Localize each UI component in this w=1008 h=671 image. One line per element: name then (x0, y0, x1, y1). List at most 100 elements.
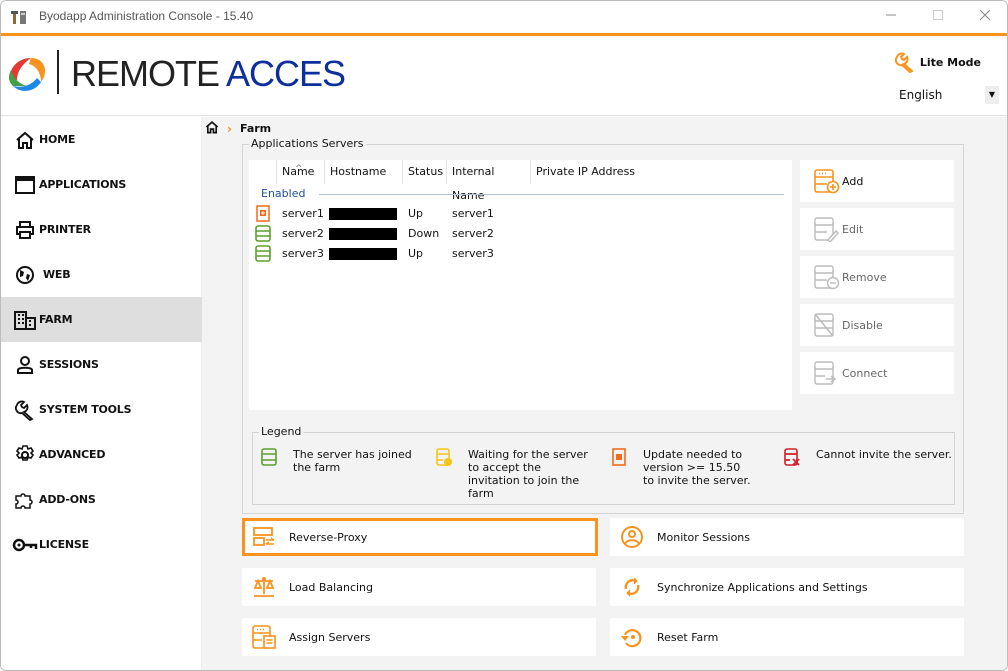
legend-item-cannot-invite: Cannot invite the server. (784, 448, 954, 466)
server-connect-icon (814, 361, 837, 385)
server-edit-icon (814, 217, 839, 242)
connect-server-button[interactable]: Connect (800, 352, 954, 394)
table-row[interactable]: server1 Up server1 (249, 204, 792, 224)
sort-ascending-icon: ^ (295, 164, 303, 174)
app-window: Byodapp Administration Console - 15.40 R… (0, 0, 1008, 671)
reset-farm-label: Reset Farm (657, 630, 719, 644)
monitor-sessions-label: Monitor Sessions (657, 530, 751, 544)
window-icon (7, 173, 43, 197)
logo-text-remote: REMOTE (71, 53, 220, 94)
sidebar-item-add-ons[interactable]: ADD-ONS (1, 477, 202, 522)
assign-servers-icon (252, 625, 276, 649)
reset-farm-button[interactable]: Reset Farm (610, 618, 964, 656)
load-balancing-button[interactable]: Load Balancing (242, 568, 596, 606)
legend-text: Waiting for the server to accept the inv… (468, 448, 588, 500)
sidebar-item-label: LICENSE (39, 538, 89, 551)
logo-text: REMOTE ACCES (71, 53, 346, 94)
legend-item-waiting: Waiting for the server to accept the inv… (436, 448, 606, 500)
edit-server-button[interactable]: Edit (800, 208, 954, 250)
wrench-icon (894, 52, 914, 73)
remove-server-button[interactable]: Remove (800, 256, 954, 298)
sidebar-item-sessions[interactable]: SESSIONS (1, 342, 202, 387)
table-header: ^ Name Hostname Status Internal Name Pri… (249, 160, 792, 202)
column-header-name[interactable]: ^ Name (276, 160, 324, 184)
reverse-proxy-label: Reverse-Proxy (289, 530, 368, 544)
legend-item-update-needed: Update needed to version >= 15.50 to inv… (611, 448, 781, 487)
legend-title: Legend (259, 425, 304, 438)
sidebar-item-license[interactable]: LICENSE (1, 522, 202, 567)
assign-servers-button[interactable]: Assign Servers (242, 618, 596, 656)
minimize-button[interactable] (876, 7, 906, 27)
gear-icon (7, 443, 43, 467)
window-title: Byodapp Administration Console - 15.40 (39, 9, 254, 23)
server-joined-icon (255, 225, 271, 242)
reverse-proxy-icon (253, 527, 275, 546)
sidebar-item-system-tools[interactable]: SYSTEM TOOLS (1, 387, 202, 432)
column-label: Internal Name (452, 165, 495, 202)
legend-text: Cannot invite the server. (816, 448, 952, 461)
breadcrumb-current: Farm (239, 122, 272, 135)
maximize-icon (933, 10, 943, 20)
add-server-button[interactable]: Add (800, 160, 954, 202)
server-internal-name: server3 (452, 247, 494, 260)
legend-text: Update needed to version >= 15.50 to inv… (643, 448, 751, 487)
sidebar-item-label: WEB (43, 268, 71, 281)
reset-icon (621, 629, 642, 648)
sidebar-item-applications[interactable]: APPLICATIONS (1, 162, 202, 207)
lite-mode-button[interactable]: Lite Mode (894, 51, 981, 73)
close-button[interactable] (970, 7, 1000, 27)
hostname-redacted (329, 248, 397, 260)
chevron-down-icon: ▼ (985, 86, 999, 104)
home-icon (7, 128, 43, 152)
sidebar-item-home[interactable]: HOME (1, 117, 202, 162)
update-needed-icon (612, 448, 626, 466)
column-header-hostname[interactable]: Hostname (324, 160, 402, 184)
server-name: server3 (282, 247, 324, 260)
server-name: server1 (282, 207, 324, 220)
table-row[interactable]: server3 Up server3 (249, 244, 792, 264)
column-label: Private IP Address (536, 165, 636, 178)
key-icon (7, 533, 43, 557)
main-content: › Farm Applications Servers ^ Name Hostn… (202, 117, 1007, 670)
title-bar: Byodapp Administration Console - 15.40 (1, 1, 1007, 33)
monitor-sessions-button[interactable]: Monitor Sessions (610, 518, 964, 556)
sidebar-item-label: ADD-ONS (39, 493, 96, 506)
disable-server-button[interactable]: Disable (800, 304, 954, 346)
synchronize-button[interactable]: Synchronize Applications and Settings (610, 568, 964, 606)
reverse-proxy-button[interactable]: Reverse-Proxy (242, 518, 598, 556)
sync-icon (624, 577, 640, 597)
server-add-icon (814, 169, 840, 194)
sidebar-item-printer[interactable]: PRINTER (1, 207, 202, 252)
column-header-internal-name[interactable]: Internal Name (446, 160, 530, 202)
column-header-private-ip[interactable]: Private IP Address (530, 160, 792, 184)
globe-icon (7, 263, 43, 287)
load-balancing-label: Load Balancing (289, 580, 373, 594)
breadcrumb: › Farm (205, 120, 271, 137)
language-select[interactable]: English ▼ (899, 86, 1003, 104)
group-label-enabled: Enabled (261, 187, 306, 200)
table-row[interactable]: server2 Down server2 (249, 224, 792, 244)
home-icon[interactable] (205, 120, 219, 137)
maximize-button[interactable] (923, 7, 953, 27)
hostname-redacted (329, 228, 397, 240)
disable-label: Disable (842, 318, 883, 332)
sidebar-item-label: ADVANCED (39, 448, 106, 461)
logo-text-acces: ACCES (226, 53, 346, 94)
sidebar-item-web[interactable]: WEB (1, 252, 202, 297)
sidebar-item-advanced[interactable]: ADVANCED (1, 432, 202, 477)
sidebar-item-label: SYSTEM TOOLS (39, 403, 132, 416)
app-icon (11, 11, 26, 24)
group-title: Applications Servers (249, 137, 366, 150)
servers-table[interactable]: ^ Name Hostname Status Internal Name Pri… (249, 160, 792, 410)
sidebar-item-label: APPLICATIONS (39, 178, 127, 191)
user-icon (7, 353, 43, 377)
close-icon (979, 9, 991, 21)
logo-separator (57, 50, 59, 94)
sidebar-item-farm[interactable]: FARM (1, 297, 202, 342)
server-status: Up (408, 247, 424, 260)
building-icon (7, 308, 43, 332)
column-header-status[interactable]: Status (402, 160, 446, 184)
server-internal-name: server2 (452, 227, 494, 240)
synchronize-label: Synchronize Applications and Settings (657, 580, 868, 594)
wrench-icon (7, 398, 43, 422)
